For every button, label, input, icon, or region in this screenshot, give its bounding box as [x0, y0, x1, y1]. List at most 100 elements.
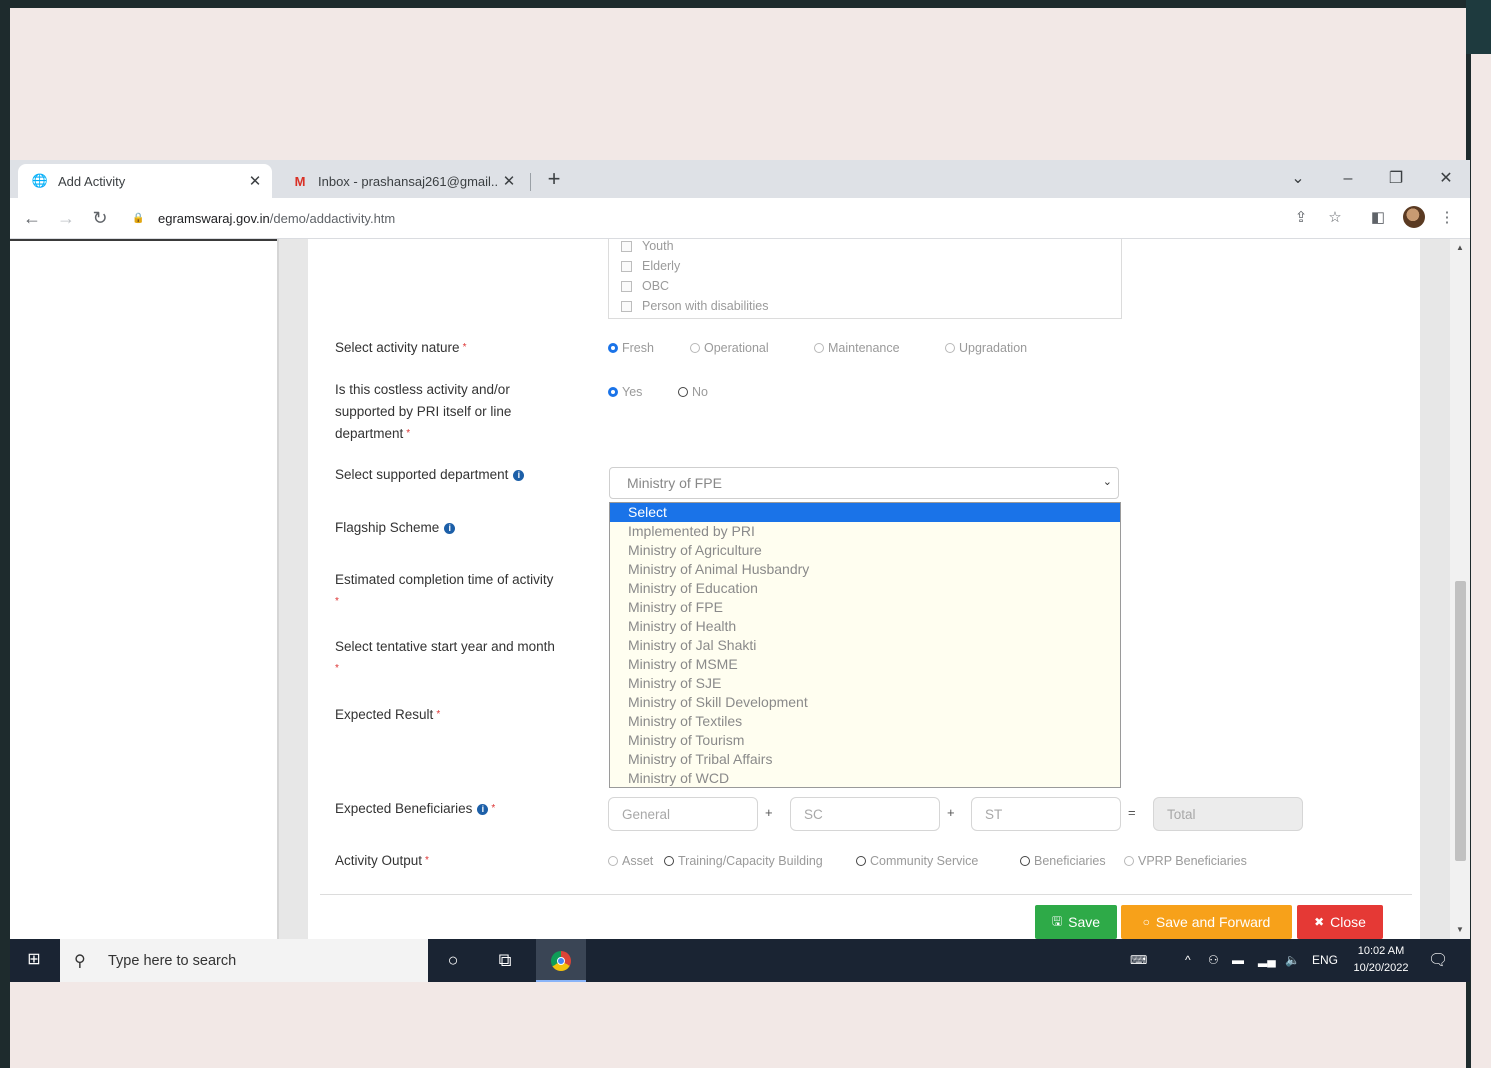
tab-add-activity[interactable]: 🌐 Add Activity ✕	[18, 164, 272, 198]
volume-icon[interactable]: 🔈	[1285, 939, 1300, 982]
dropdown-option[interactable]: Ministry of Animal Husbandry	[610, 560, 1120, 579]
checkbox[interactable]	[621, 300, 632, 312]
dropdown-option[interactable]: Ministry of FPE	[610, 598, 1120, 617]
dropdown-option[interactable]: Ministry of Education	[610, 579, 1120, 598]
dropdown-option[interactable]: Select	[610, 503, 1120, 522]
expected-beneficiaries-label: Expected Beneficiaries i *	[335, 798, 495, 820]
radio-label: Operational	[704, 341, 769, 355]
radio-dot[interactable]	[608, 343, 618, 353]
radio-community-service[interactable]: Community Service	[856, 854, 978, 868]
people-icon[interactable]: ⚇	[1208, 939, 1219, 982]
radio-dot[interactable]	[608, 387, 618, 397]
dropdown-option[interactable]: Ministry of Textiles	[610, 712, 1120, 731]
radio-label: Asset	[622, 854, 654, 868]
radio-vprp-beneficiaries[interactable]: VPRP Beneficiaries	[1124, 854, 1247, 868]
checkbox-item[interactable]: Elderly	[621, 257, 680, 275]
language-indicator[interactable]: ENG	[1312, 939, 1338, 982]
scroll-up-arrow-icon[interactable]: ▲	[1455, 243, 1465, 252]
radio-dot[interactable]	[814, 343, 824, 353]
supported-department-select[interactable]: Ministry of FPE ⌄	[609, 467, 1119, 499]
page-scrollbar[interactable]: ▲ ▼	[1450, 239, 1470, 939]
close-icon[interactable]: ✕	[244, 172, 266, 190]
task-view-icon[interactable]: ⧉	[480, 939, 530, 982]
dropdown-option[interactable]: Ministry of Tourism	[610, 731, 1120, 750]
close-icon[interactable]: ✕	[498, 172, 520, 190]
radio-dot[interactable]	[608, 856, 618, 866]
dropdown-option[interactable]: Ministry of Health	[610, 617, 1120, 636]
st-input[interactable]: ST	[971, 797, 1121, 831]
share-icon[interactable]: ⇪	[1289, 206, 1313, 230]
radio-no[interactable]: No	[678, 385, 708, 399]
radio-beneficiaries[interactable]: Beneficiaries	[1020, 854, 1106, 868]
notification-icon[interactable]: 🗨	[1428, 939, 1448, 982]
radio-dot[interactable]	[690, 343, 700, 353]
checkbox-item[interactable]: Person with disabilities	[621, 297, 768, 315]
network-icon[interactable]: ▂▄	[1258, 939, 1276, 982]
tab-gmail-inbox[interactable]: M Inbox - prashansaj261@gmail... ✕	[278, 164, 526, 198]
radio-training[interactable]: Training/Capacity Building	[664, 854, 823, 868]
dropdown-option[interactable]: Ministry of Agriculture	[610, 541, 1120, 560]
taskbar-clock[interactable]: 10:02 AM 10/20/2022	[1346, 943, 1416, 977]
sc-input[interactable]: SC	[790, 797, 940, 831]
label-text: Expected Beneficiaries	[335, 801, 473, 816]
keyboard-icon[interactable]: ⌨	[1130, 939, 1147, 982]
window-close-button[interactable]: ✕	[1430, 166, 1462, 192]
new-tab-button[interactable]: +	[542, 168, 566, 192]
forward-arrow-icon[interactable]: →	[54, 206, 78, 230]
checkbox[interactable]	[621, 240, 632, 252]
checkbox-item[interactable]: Youth	[621, 239, 674, 255]
minimize-button[interactable]: –	[1332, 166, 1364, 192]
radio-yes[interactable]: Yes	[608, 385, 642, 399]
restore-button[interactable]: ❐	[1380, 166, 1412, 192]
chevron-up-icon[interactable]: ^	[1185, 939, 1191, 982]
menu-dots-icon[interactable]: ⋮	[1435, 206, 1459, 230]
total-input: Total	[1153, 797, 1303, 831]
dropdown-option[interactable]: Ministry of MSME	[610, 655, 1120, 674]
side-panel-icon[interactable]: ◧	[1366, 206, 1390, 230]
radio-label: Training/Capacity Building	[678, 854, 823, 868]
supported-department-label: Select supported department i	[335, 464, 525, 486]
back-arrow-icon[interactable]: ←	[20, 206, 44, 230]
bookmark-star-icon[interactable]: ☆	[1323, 206, 1347, 230]
radio-dot[interactable]	[945, 343, 955, 353]
scroll-down-arrow-icon[interactable]: ▼	[1455, 925, 1465, 934]
radio-fresh[interactable]: Fresh	[608, 341, 654, 355]
taskbar-search-box[interactable]: ⚲ Type here to search	[60, 939, 428, 982]
checkbox[interactable]	[621, 280, 632, 292]
scroll-thumb[interactable]	[1455, 581, 1466, 861]
activity-output-label: Activity Output *	[335, 850, 429, 872]
dropdown-option[interactable]: Ministry of WCD	[610, 769, 1120, 788]
radio-asset[interactable]: Asset	[608, 854, 653, 868]
radio-dot[interactable]	[856, 856, 866, 866]
windows-start-icon[interactable]: ⊞	[24, 950, 44, 970]
checkbox[interactable]	[621, 260, 632, 272]
save-and-forward-button[interactable]: ○ Save and Forward	[1121, 905, 1292, 939]
radio-dot[interactable]	[1020, 856, 1030, 866]
radio-dot[interactable]	[1124, 856, 1134, 866]
checkbox-item[interactable]: OBC	[621, 277, 669, 295]
dropdown-option[interactable]: Ministry of SJE	[610, 674, 1120, 693]
cortana-icon[interactable]: ○	[428, 939, 478, 982]
tab-search-icon[interactable]: ⌄	[1282, 166, 1314, 192]
battery-icon[interactable]: ▬	[1232, 939, 1244, 982]
chrome-taskbar-button[interactable]	[536, 939, 586, 982]
address-bar[interactable]: 🔒 egramswaraj.gov.in/demo/addactivity.ht…	[132, 203, 1278, 233]
info-icon[interactable]: i	[513, 469, 525, 481]
general-input[interactable]: General	[608, 797, 758, 831]
dropdown-option[interactable]: Ministry of Tribal Affairs	[610, 750, 1120, 769]
profile-avatar[interactable]	[1403, 206, 1425, 228]
radio-dot[interactable]	[664, 856, 674, 866]
dropdown-option[interactable]: Ministry of Jal Shakti	[610, 636, 1120, 655]
reload-icon[interactable]: ↻	[88, 206, 112, 230]
info-icon[interactable]: i	[444, 522, 456, 534]
close-button[interactable]: ✖ Close	[1297, 905, 1383, 939]
radio-upgradation[interactable]: Upgradation	[945, 341, 1027, 355]
save-button[interactable]: 🖫 Save	[1035, 905, 1117, 939]
radio-dot[interactable]	[678, 387, 688, 397]
radio-operational[interactable]: Operational	[690, 341, 769, 355]
radio-maintenance[interactable]: Maintenance	[814, 341, 900, 355]
dropdown-option[interactable]: Implemented by PRI	[610, 522, 1120, 541]
dropdown-option[interactable]: Ministry of Skill Development	[610, 693, 1120, 712]
clock-time: 10:02 AM	[1357, 945, 1405, 957]
info-icon[interactable]: i	[477, 803, 489, 815]
